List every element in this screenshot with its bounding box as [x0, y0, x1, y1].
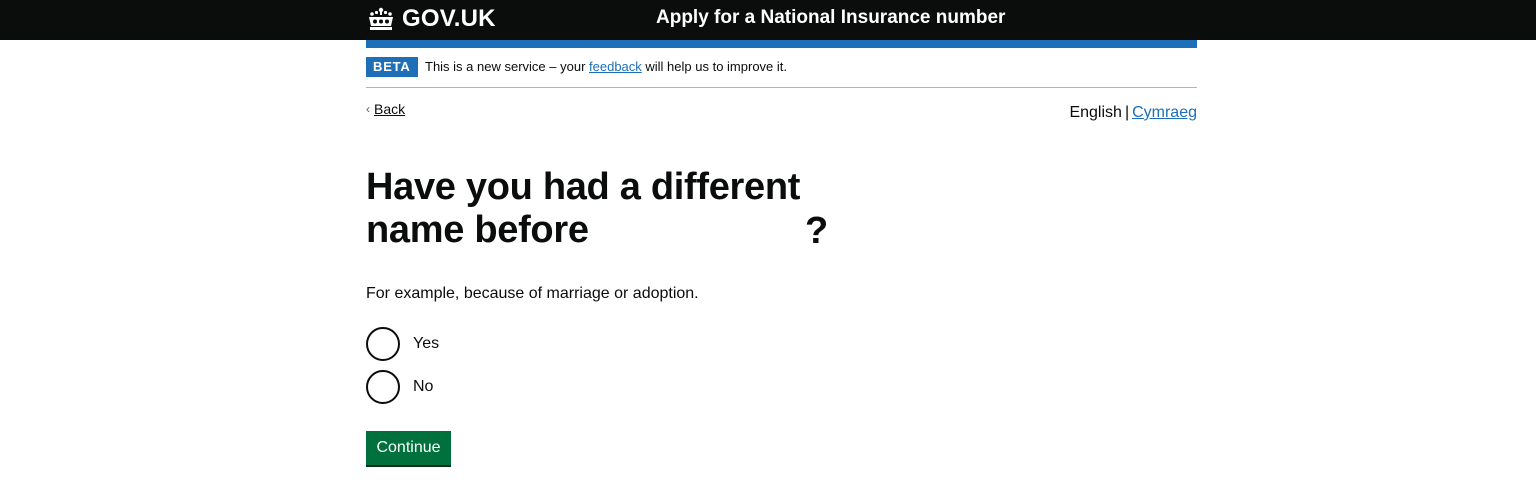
phase-text-after: will help us to improve it.: [641, 59, 788, 74]
header-container: GOV.UK Apply for a National Insurance nu…: [366, 0, 1197, 40]
language-cymraeg-link[interactable]: Cymraeg: [1132, 104, 1197, 121]
language-current: English: [1069, 104, 1122, 121]
chevron-left-icon: ‹: [366, 102, 370, 116]
question-hint: For example, because of marriage or adop…: [366, 285, 699, 302]
back-link-label: Back: [374, 101, 406, 117]
radio-button-yes[interactable]: [366, 327, 400, 361]
phase-banner-text: This is a new service – your feedback wi…: [425, 59, 787, 74]
govuk-logo-link[interactable]: GOV.UK: [366, 5, 496, 33]
radio-button-no[interactable]: [366, 370, 400, 404]
radio-option-yes[interactable]: Yes: [366, 327, 439, 361]
back-link[interactable]: ‹ Back: [366, 101, 405, 117]
crown-icon: [366, 7, 396, 31]
phase-text-before: This is a new service – your: [425, 59, 590, 74]
phase-banner: BETA This is a new service – your feedba…: [366, 48, 1197, 88]
page-title-question-mark: ?: [805, 210, 829, 252]
radio-label-no[interactable]: No: [413, 378, 433, 396]
continue-button[interactable]: Continue: [366, 431, 451, 465]
beta-tag: BETA: [366, 57, 418, 77]
page-title: Have you had a different name before: [366, 166, 801, 251]
language-toggle: English | Cymraeg: [1069, 104, 1197, 122]
govuk-header: GOV.UK Apply for a National Insurance nu…: [0, 0, 1536, 40]
radio-option-no[interactable]: No: [366, 370, 433, 404]
language-separator: |: [1124, 104, 1130, 121]
logo-text: GOV.UK: [402, 5, 496, 32]
feedback-link[interactable]: feedback: [589, 59, 642, 74]
header-blue-bar: [366, 40, 1197, 48]
radio-label-yes[interactable]: Yes: [413, 335, 439, 353]
service-name-link[interactable]: Apply for a National Insurance number: [656, 7, 1005, 29]
